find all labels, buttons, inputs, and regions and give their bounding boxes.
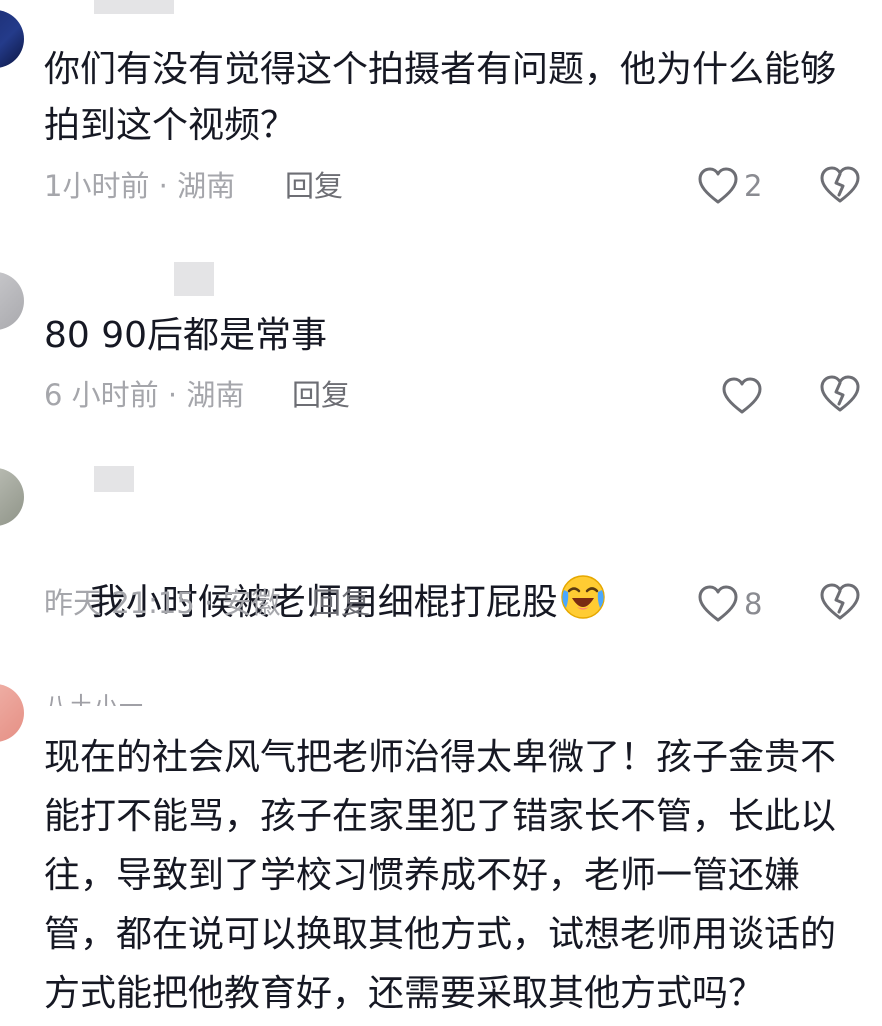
- avatar[interactable]: [0, 684, 24, 742]
- broken-heart-icon: [820, 375, 860, 417]
- crying-laughing-emoji-icon: [560, 574, 606, 637]
- heart-outline-icon: [722, 377, 762, 415]
- comment-text: 现在的社会风气把老师治得太卑微了！孩子金贵不能打不能骂，孩子在家里犯了错家长不管…: [44, 737, 837, 1014]
- username-redacted[interactable]: [94, 0, 174, 14]
- username-redacted[interactable]: [174, 262, 214, 296]
- like-button[interactable]: [722, 374, 768, 418]
- avatar[interactable]: [0, 10, 24, 68]
- like-count: 8: [744, 587, 763, 621]
- heart-outline-icon: [698, 585, 738, 623]
- comment-text: 你们有没有觉得这个拍摄者有问题，他为什么能够拍到这个视频？: [44, 49, 837, 146]
- like-button[interactable]: 2: [698, 164, 762, 208]
- dislike-button[interactable]: [820, 583, 860, 627]
- comment-meta: 昨天 21:15 · 安徽: [44, 586, 281, 620]
- dislike-button[interactable]: [820, 166, 860, 210]
- username[interactable]: 八土小一: [44, 692, 144, 706]
- comment-text: 80 90后都是常事: [44, 315, 328, 356]
- heart-outline-icon: [698, 167, 738, 205]
- avatar[interactable]: [0, 468, 24, 526]
- avatar[interactable]: [0, 272, 24, 330]
- comment-meta: 6 小时前 · 湖南: [44, 378, 245, 412]
- like-count: 2: [744, 169, 763, 203]
- dislike-button[interactable]: [820, 375, 860, 419]
- comment-meta: 1小时前 · 湖南: [44, 169, 236, 203]
- reply-button[interactable]: 回复: [285, 166, 343, 206]
- broken-heart-icon: [820, 583, 860, 625]
- username-redacted[interactable]: [94, 466, 134, 492]
- broken-heart-icon: [820, 166, 860, 208]
- like-button[interactable]: 8: [698, 582, 762, 626]
- reply-button[interactable]: 回复: [312, 583, 370, 623]
- reply-button[interactable]: 回复: [292, 375, 350, 415]
